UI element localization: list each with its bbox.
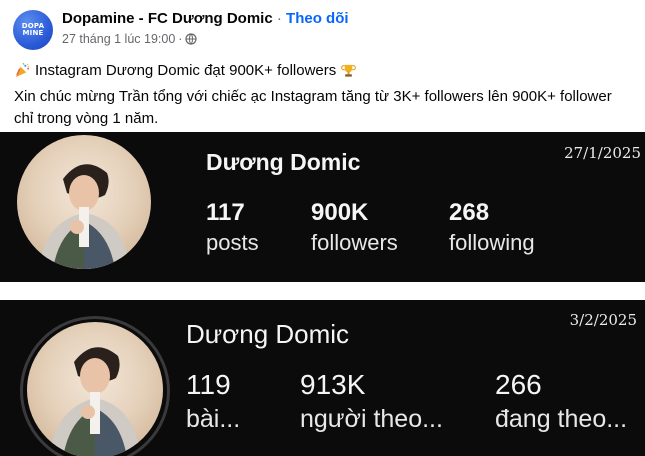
stat-label: đang theo... [495,405,628,433]
stat-value: 117 [206,199,245,226]
stat-label: người theo... [300,405,443,433]
profile-username: Dương Domic [186,319,350,349]
date-stamp: 27/1/2025 [564,144,641,162]
stat-value: 266 [495,369,542,400]
stat-following[interactable]: 266 đang theo... [495,368,627,436]
stat-value: 900K [311,199,369,226]
stat-label: posts [206,230,259,255]
meta-dot: · [178,32,183,46]
page-avatar[interactable]: DOPA MINE [13,10,53,50]
stat-followers[interactable]: 913K người theo... [300,368,443,436]
instagram-screenshot-2: 3/2/2025 Dương Domic 119 bài... 913K ngư… [0,300,645,456]
date-stamp: 3/2/2025 [569,311,637,329]
globe-icon[interactable] [185,33,198,45]
profile-photo[interactable] [17,135,151,269]
stat-posts[interactable]: 117 posts [206,198,259,258]
instagram-screenshot-1: 27/1/2025 Dương Domic 117 posts 900K fol… [0,132,645,282]
post-header: DOPA MINE Dopamine - FC Dương Domic · Th… [10,7,635,53]
stat-following[interactable]: 268 following [449,198,535,258]
separator-dot: · [276,10,282,27]
divider-strip [0,282,645,300]
stat-label: bài... [186,405,241,433]
profile-username: Dương Domic [206,149,361,175]
post-timestamp[interactable]: 27 tháng 1 lúc 19:00 [62,32,175,46]
stat-value: 119 [186,369,231,400]
stat-posts[interactable]: 119 bài... [186,368,240,436]
stat-label: followers [311,230,398,255]
avatar-text-bottom: MINE [22,29,44,37]
stat-followers[interactable]: 900K followers [311,198,398,258]
page-name-row: Dopamine - FC Dương Domic · Theo dõi [62,10,349,27]
person-figure [49,347,141,456]
stat-label: following [449,230,535,255]
page-name-link[interactable]: Dopamine - FC Dương Domic [62,10,273,27]
post-caption: Xin chúc mừng Trần tổng với chiếc ạc Ins… [14,88,612,127]
headline-text: Instagram Dương Domic đạt 900K+ follower… [35,62,337,79]
party-popper-icon [15,63,30,78]
headline-row: Instagram Dương Domic đạt 900K+ follower… [14,60,634,81]
post-body: Instagram Dương Domic đạt 900K+ follower… [14,60,634,130]
post-meta: 27 tháng 1 lúc 19:00 · [62,32,198,46]
profile-photo[interactable] [27,322,163,456]
follow-button[interactable]: Theo dõi [286,10,349,27]
person-figure [39,164,130,269]
stat-value: 268 [449,199,490,226]
stat-value: 913K [300,369,366,400]
trophy-icon [341,64,357,77]
